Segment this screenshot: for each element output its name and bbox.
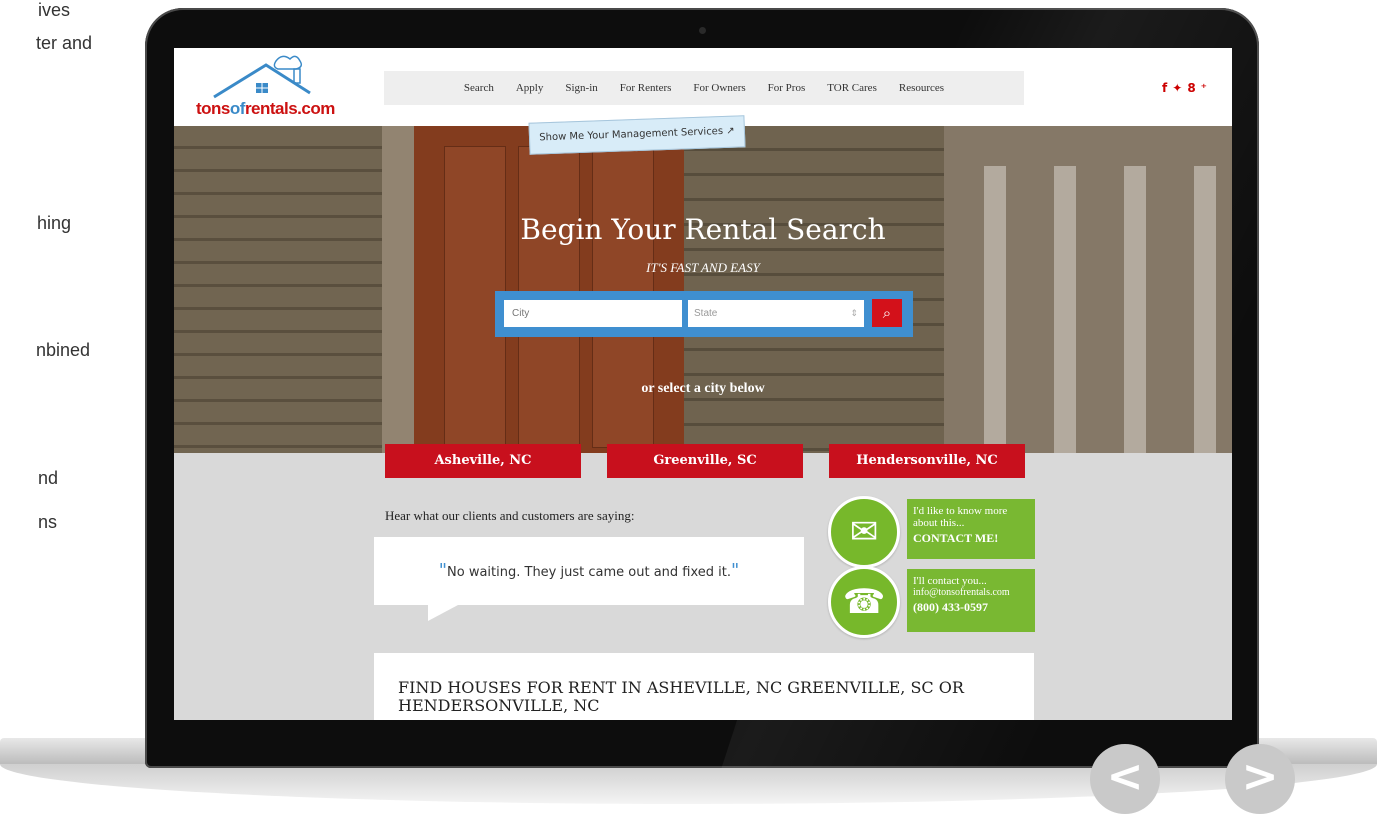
side-text-line: nbined [36,340,91,360]
state-select[interactable]: State ⇕ [688,300,864,327]
house-roof-icon [213,55,311,99]
logo-word-part: of [229,99,246,118]
main-nav: Search Apply Sign-in For Renters For Own… [384,71,1024,105]
city-button-hendersonville[interactable]: Hendersonville, NC [829,444,1025,478]
logo-wordmark: tonsofrentals.com [196,99,335,119]
quote-mark-icon: " [730,560,740,581]
facebook-icon[interactable]: f [1162,81,1172,95]
side-text-line: ns [38,512,58,532]
social-links: f✦8⁺ [1162,81,1212,95]
city-button-asheville[interactable]: Asheville, NC [385,444,581,478]
phone-icon[interactable]: ☎ [828,566,900,638]
contact-email[interactable]: info@tonsofrentals.com [913,587,1029,598]
find-houses-card: FIND HOUSES FOR RENT IN ASHEVILLE, NC GR… [374,653,1034,720]
state-select-value: State [694,308,718,319]
carousel-prev-button[interactable]: < [1090,744,1160,814]
hero-title: Begin Your Rental Search [520,213,886,246]
logo-word-part: tons [196,99,230,118]
side-text-line: nd [38,468,59,488]
search-icon: ⌕ [882,304,892,322]
contact-phone[interactable]: (800) 433-0597 [913,600,1029,615]
site-logo[interactable]: tonsofrentals.com [196,53,336,119]
call-card-text: I'll contact you... [913,575,987,587]
bubble-tail [428,605,458,621]
contact-me-card[interactable]: I'd like to know more about this... CONT… [907,499,1035,559]
laptop-screen: tonsofrentals.com Search Apply Sign-in F… [174,48,1232,720]
side-text-line: ives [38,0,71,20]
quote-mark-icon: " [438,560,448,581]
nav-item-apply[interactable]: Apply [505,82,555,94]
hero-banner [174,126,1232,453]
rental-search-form: State ⇕ ⌕ [495,291,913,337]
city-button-greenville[interactable]: Greenville, SC [607,444,803,478]
hero-overlay [174,126,1232,453]
nav-item-tor-cares[interactable]: TOR Cares [816,82,888,94]
side-text-line: hing [37,213,72,233]
logo-word-part: rentals.com [244,99,335,118]
laptop-lid: tonsofrentals.com Search Apply Sign-in F… [145,8,1259,768]
call-card[interactable]: I'll contact you... info@tonsofrentals.c… [907,569,1035,632]
contact-me-label: CONTACT ME! [913,531,999,545]
city-input[interactable] [504,300,682,327]
testimonial-bubble: "No waiting. They just came out and fixe… [374,537,804,605]
camera-icon [699,27,706,34]
nav-item-sign-in[interactable]: Sign-in [554,82,608,94]
or-select-text: or select a city below [641,381,765,396]
googleplus-icon[interactable]: 8⁺ [1187,81,1212,95]
testimonial-quote: "No waiting. They just came out and fixe… [374,537,804,605]
side-text-line: ter and [36,33,93,53]
mail-icon[interactable]: ✉ [828,496,900,568]
nav-item-for-pros[interactable]: For Pros [757,82,817,94]
testimonial-quote-text: No waiting. They just came out and fixed… [447,565,731,580]
nav-item-resources[interactable]: Resources [888,82,955,94]
laptop-base-lower [0,764,1377,804]
hero-subtitle: IT'S FAST AND EASY [646,260,760,275]
nav-item-for-owners[interactable]: For Owners [682,82,756,94]
select-arrows-icon: ⇕ [850,308,858,318]
find-houses-heading: FIND HOUSES FOR RENT IN ASHEVILLE, NC GR… [398,678,964,716]
contact-card-text: I'd like to know more about this... [913,505,1008,529]
search-button[interactable]: ⌕ [872,299,902,327]
testimonials-heading: Hear what our clients and customers are … [385,508,635,523]
nav-item-search[interactable]: Search [453,82,505,94]
site-header: tonsofrentals.com Search Apply Sign-in F… [174,48,1232,126]
twitter-icon[interactable]: ✦ [1172,81,1187,95]
nav-item-for-renters[interactable]: For Renters [609,82,683,94]
carousel-next-button[interactable]: > [1225,744,1295,814]
